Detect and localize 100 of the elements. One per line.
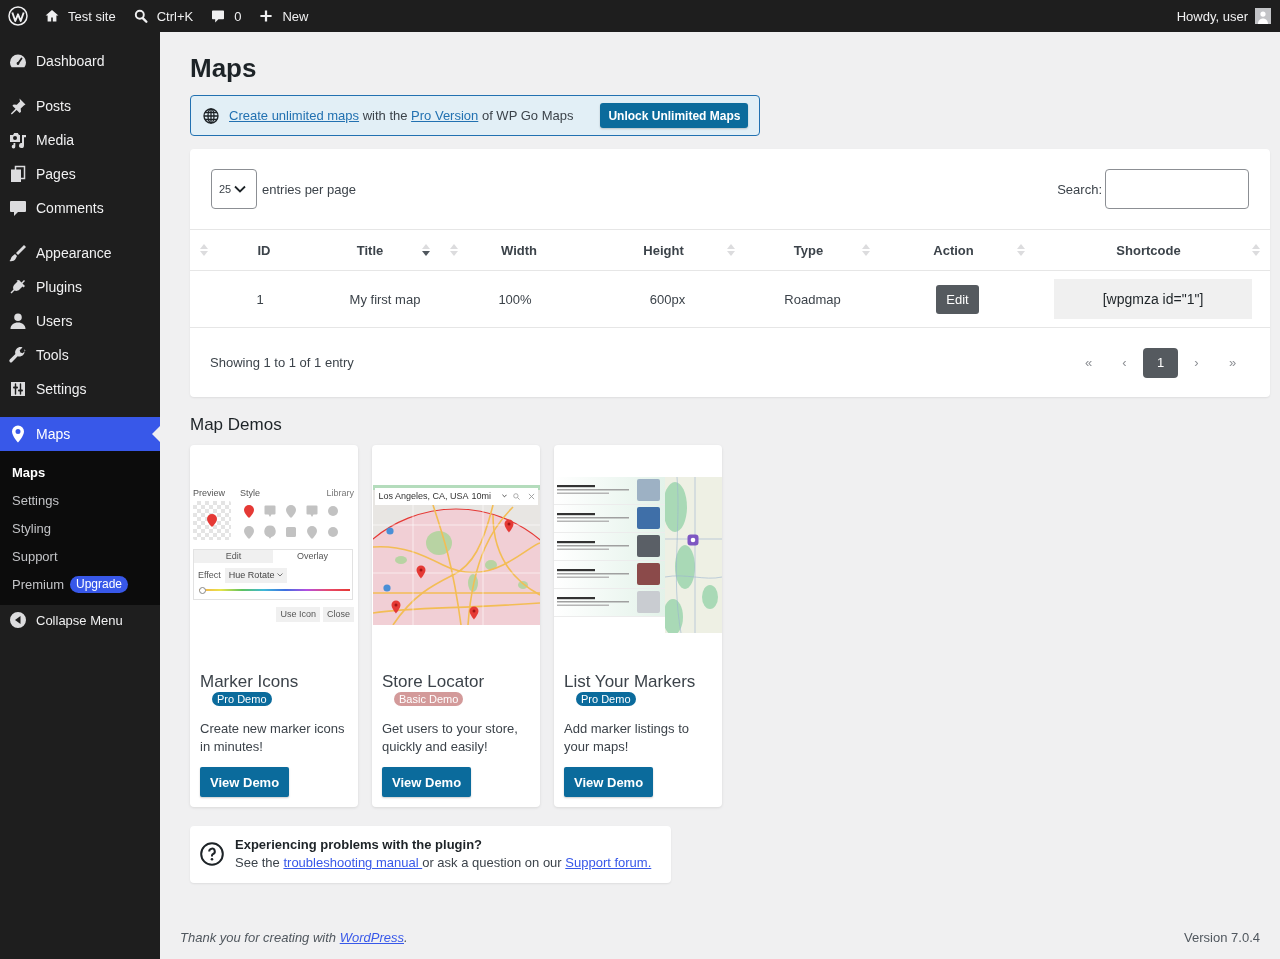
- edit-button[interactable]: Edit: [936, 284, 979, 314]
- place-marker-icon: [385, 526, 394, 535]
- address-field: Los Angeles, CA, USA: [374, 491, 469, 501]
- new-button[interactable]: New: [250, 0, 317, 32]
- style-label: Style: [240, 487, 260, 498]
- menu-item[interactable]: Media: [0, 123, 160, 157]
- account-menu[interactable]: Howdy, user: [1168, 0, 1280, 32]
- submenu-item[interactable]: Settings: [0, 486, 160, 514]
- notice-text: Create unlimited maps with the Pro Version of WP Go Maps: [229, 108, 574, 123]
- page-size-label: entries per page: [262, 181, 356, 197]
- demo-title: List Your Markers: [564, 672, 696, 692]
- home-icon: [44, 8, 60, 24]
- table-cell-text: My first map: [348, 290, 422, 309]
- menu-item[interactable]: Plugins: [0, 270, 160, 304]
- view-demo-button[interactable]: View Demo: [200, 767, 290, 797]
- help-link[interactable]: Support forum.: [565, 855, 652, 870]
- submenu-item[interactable]: Support: [0, 542, 160, 570]
- person-icon: [8, 311, 28, 331]
- pin-icon: [206, 513, 218, 527]
- menu-item[interactable]: Maps: [0, 417, 160, 451]
- column-header[interactable]: Height: [590, 230, 745, 270]
- search-icon: [132, 8, 149, 24]
- notice-link[interactable]: Pro Version: [411, 108, 479, 123]
- column-header[interactable]: Width: [440, 230, 590, 270]
- comments-link[interactable]: 0: [202, 0, 250, 32]
- table-cell-text: 1: [255, 290, 265, 309]
- search-icon: [512, 492, 520, 500]
- current-page-pointer-icon: [152, 426, 160, 442]
- avatar-icon: [1255, 8, 1271, 24]
- collapse-menu-button[interactable]: Collapse Menu: [0, 605, 160, 635]
- menu-item[interactable]: Settings: [0, 372, 160, 406]
- column-header[interactable]: Action: [880, 230, 1035, 270]
- view-demo-button[interactable]: View Demo: [564, 767, 654, 797]
- menu-item[interactable]: Tools: [0, 338, 160, 372]
- speech-bubble-icon: [210, 8, 227, 24]
- effect-label: Effect: [198, 570, 221, 580]
- demo-badge: Basic Demo: [394, 692, 464, 706]
- photo-placeholder: [637, 591, 660, 613]
- paintbrush-icon: [8, 243, 28, 263]
- site-link[interactable]: Test site: [36, 0, 124, 32]
- photo-placeholder: [637, 535, 660, 557]
- menu-item[interactable]: Dashboard: [0, 44, 160, 78]
- shortcode-field[interactable]: [wpgmza id="1"]: [1054, 279, 1252, 319]
- place-marker-icon: [382, 583, 391, 592]
- help-icon: [200, 842, 224, 866]
- section-heading: Map Demos: [190, 415, 283, 435]
- footer-credit: Thank you for creating with WordPress.: [180, 929, 408, 947]
- plus-icon: [258, 8, 275, 24]
- chevron-down-icon: [277, 573, 284, 577]
- help-text: See the troubleshooting manual or ask a question on our Support forum.: [235, 854, 652, 872]
- unlock-button[interactable]: Unlock Unlimited Maps: [600, 103, 749, 128]
- search-label: Search:: [1057, 181, 1102, 197]
- page-size-select[interactable]: 25: [211, 169, 257, 209]
- photo-placeholder: [637, 563, 660, 585]
- demo-title: Marker Icons: [200, 672, 299, 692]
- library-label: Library: [326, 487, 354, 498]
- view-demo-button[interactable]: View Demo: [382, 767, 472, 797]
- photo-placeholder: [637, 507, 660, 529]
- globe-icon: [203, 107, 219, 124]
- close-icon: [527, 492, 535, 500]
- help-link[interactable]: troubleshooting manual: [283, 855, 423, 870]
- column-header[interactable]: Title: [330, 230, 440, 270]
- menu-item[interactable]: Appearance: [0, 236, 160, 270]
- notice-link[interactable]: Create unlimited maps: [229, 108, 360, 123]
- chevron-down-icon: [234, 185, 247, 193]
- submenu-item[interactable]: Styling: [0, 514, 160, 542]
- table-cell-text: 600px: [648, 290, 687, 309]
- column-header[interactable]: ID: [190, 230, 330, 270]
- submenu-item[interactable]: Maps: [0, 458, 160, 486]
- search-button[interactable]: Ctrl+K: [124, 0, 202, 32]
- wrench-icon: [8, 345, 28, 365]
- column-header[interactable]: Type: [745, 230, 880, 270]
- demo-description: Get users to your store, quickly and easily!: [382, 720, 519, 756]
- menu-item[interactable]: Users: [0, 304, 160, 338]
- map-marker-icon: [687, 533, 699, 546]
- radius-text: 10mi: [471, 491, 491, 501]
- column-header[interactable]: Shortcode: [1035, 230, 1270, 270]
- submenu-item[interactable]: Premium Upgrade: [0, 570, 160, 598]
- table-cell-text: Roadmap: [783, 290, 842, 309]
- menu-item[interactable]: Pages: [0, 157, 160, 191]
- preview-label: Preview: [193, 487, 226, 498]
- pagination-button[interactable]: 1: [1143, 347, 1178, 378]
- map-pin-icon: [390, 599, 401, 614]
- sliders-icon: [8, 379, 28, 399]
- entries-info: Showing 1 to 1 of 1 entry: [210, 355, 354, 370]
- map-pin-icon: [503, 518, 514, 533]
- search-field[interactable]: [1105, 169, 1249, 209]
- documents-icon: [8, 164, 28, 184]
- wordpress-logo-icon[interactable]: [7, 6, 28, 26]
- menu-item[interactable]: Comments: [0, 191, 160, 225]
- speech-bubble-icon: [8, 198, 28, 218]
- demo-description: Add marker listings to your maps!: [564, 720, 690, 756]
- collapse-arrow-icon: [8, 610, 28, 630]
- demo-badge: Pro Demo: [576, 692, 636, 706]
- pushpin-icon: [8, 96, 28, 116]
- table-cell-text: 100%: [497, 290, 533, 309]
- demo-description: Create new marker icons in minutes!: [200, 720, 346, 756]
- chevron-down-icon: [501, 494, 507, 498]
- menu-item[interactable]: Posts: [0, 89, 160, 123]
- wordpress-link[interactable]: WordPress: [339, 930, 404, 945]
